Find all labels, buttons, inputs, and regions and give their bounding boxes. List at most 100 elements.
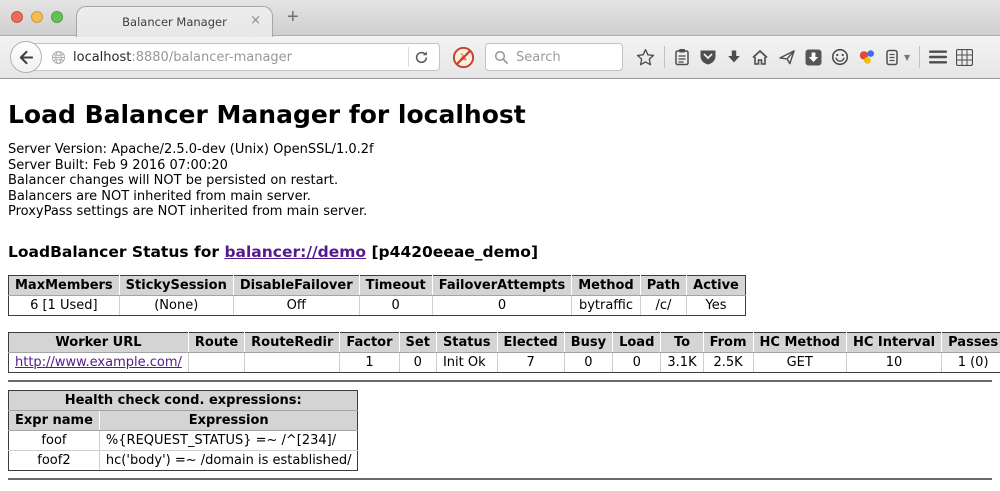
url-text[interactable]: localhost:8880/balancer-manager xyxy=(73,50,292,65)
column-header: Busy xyxy=(564,332,612,352)
column-header: To xyxy=(661,332,703,352)
balancers-note-line: Balancers are NOT inherited from main se… xyxy=(8,189,992,205)
balancer-table-header-row: MaxMembers StickySession DisableFailover… xyxy=(9,275,746,295)
worker-url-link[interactable]: http://www.example.com/ xyxy=(15,355,182,370)
health-table-row: foof2 hc('body') =~ /domain is establish… xyxy=(9,450,358,470)
health-table-title: Health check cond. expressions: xyxy=(9,390,358,410)
cell-busy: 0 xyxy=(564,352,612,372)
download-arrow-icon[interactable] xyxy=(726,49,742,65)
colored-dots-icon[interactable] xyxy=(858,48,876,66)
content-blocked-icon[interactable] xyxy=(452,46,475,69)
chevron-down-icon[interactable]: ▼ xyxy=(904,53,910,62)
cell-path: /c/ xyxy=(640,295,686,315)
column-header: Set xyxy=(399,332,436,352)
column-header: Status xyxy=(436,332,497,352)
tab-balancer-manager[interactable]: Balancer Manager × xyxy=(76,6,273,37)
toolbar-divider xyxy=(919,46,920,68)
cell-elected: 7 xyxy=(497,352,564,372)
tab-close-icon[interactable]: × xyxy=(250,14,261,27)
arrow-left-icon xyxy=(18,50,35,65)
window-controls xyxy=(11,11,63,23)
tab-bar: Balancer Manager × + xyxy=(0,0,1000,36)
heading-prefix: LoadBalancer Status for xyxy=(8,243,224,261)
cell-expr-name: foof2 xyxy=(9,450,100,470)
send-plane-icon[interactable] xyxy=(778,49,796,66)
column-header: From xyxy=(703,332,753,352)
cell-expression: hc('body') =~ /domain is established/ xyxy=(99,450,358,470)
tiles-grid-icon[interactable] xyxy=(956,49,973,66)
page-content: Load Balancer Manager for localhost Serv… xyxy=(0,100,1000,480)
box-download-icon[interactable] xyxy=(805,49,822,66)
column-header: Timeout xyxy=(359,275,432,295)
browser-chrome: Balancer Manager × + localhost:8880/bala… xyxy=(0,0,1000,79)
balancer-table: MaxMembers StickySession DisableFailover… xyxy=(8,275,746,316)
page-title: Load Balancer Manager for localhost xyxy=(8,100,992,129)
cell-failoverattempts: 0 xyxy=(432,295,572,315)
url-bar[interactable]: localhost:8880/balancer-manager xyxy=(26,43,440,71)
search-icon xyxy=(494,50,508,64)
column-header: Passes xyxy=(942,332,1000,352)
toolbar-divider xyxy=(664,46,665,68)
panel-list-icon[interactable] xyxy=(885,48,899,66)
worker-table-row: http://www.example.com/ 1 0 Init Ok 7 0 … xyxy=(9,352,1000,372)
server-built-line: Server Built: Feb 9 2016 07:00:20 xyxy=(8,158,992,174)
cell-status: Init Ok xyxy=(436,352,497,372)
smiley-icon[interactable] xyxy=(831,48,849,66)
navigation-toolbar: localhost:8880/balancer-manager xyxy=(0,36,1000,79)
window-minimize-button[interactable] xyxy=(31,11,43,23)
column-header: Path xyxy=(640,275,686,295)
column-header: Elected xyxy=(497,332,564,352)
balancer-demo-link[interactable]: balancer://demo xyxy=(224,243,366,261)
balancer-status-heading: LoadBalancer Status for balancer://demo … xyxy=(8,243,992,261)
reload-icon[interactable] xyxy=(409,50,434,65)
health-table-header-row: Expr name Expression xyxy=(9,410,358,430)
column-header: HC Method xyxy=(753,332,846,352)
cell-method: bytraffic xyxy=(572,295,640,315)
url-host: localhost xyxy=(73,50,131,65)
new-tab-button[interactable]: + xyxy=(281,4,305,31)
server-version-line: Server Version: Apache/2.5.0-dev (Unix) … xyxy=(8,142,992,158)
cell-factor: 1 xyxy=(340,352,399,372)
balancer-table-row: 6 [1 Used] (None) Off 0 0 bytraffic /c/ … xyxy=(9,295,746,315)
column-header: Factor xyxy=(340,332,399,352)
cell-maxmembers: 6 [1 Used] xyxy=(9,295,120,315)
column-header: Route xyxy=(188,332,244,352)
proxypass-note-line: ProxyPass settings are NOT inherited fro… xyxy=(8,204,992,220)
column-header: Method xyxy=(572,275,640,295)
column-header: DisableFailover xyxy=(233,275,359,295)
column-header: Active xyxy=(687,275,746,295)
column-header: Load xyxy=(613,332,661,352)
column-header: Expression xyxy=(99,410,358,430)
cell-disablefailover: Off xyxy=(233,295,359,315)
window-zoom-button[interactable] xyxy=(51,11,63,23)
health-table-row: foof %{REQUEST_STATUS} =~ /^[234]/ xyxy=(9,430,358,450)
worker-table-header-row: Worker URL Route RouteRedir Factor Set S… xyxy=(9,332,1000,352)
search-input[interactable] xyxy=(514,49,614,66)
persist-note-line: Balancer changes will NOT be persisted o… xyxy=(8,173,992,189)
cell-load: 0 xyxy=(613,352,661,372)
pocket-icon[interactable] xyxy=(699,48,717,66)
window-close-button[interactable] xyxy=(11,11,23,23)
cell-to: 3.1K xyxy=(661,352,703,372)
cell-passes: 1 (0) xyxy=(942,352,1000,372)
cell-stickysession: (None) xyxy=(119,295,233,315)
menu-icon[interactable] xyxy=(929,50,947,64)
cell-active: Yes xyxy=(687,295,746,315)
toolbar-icons: ▼ xyxy=(636,46,973,68)
column-header: HC Interval xyxy=(846,332,941,352)
server-info: Server Version: Apache/2.5.0-dev (Unix) … xyxy=(8,142,992,220)
home-icon[interactable] xyxy=(751,49,769,66)
column-header: MaxMembers xyxy=(9,275,120,295)
cell-route xyxy=(188,352,244,372)
cell-expr-name: foof xyxy=(9,430,100,450)
clipboard-icon[interactable] xyxy=(674,48,690,66)
heading-suffix: [p4420eeae_demo] xyxy=(366,243,538,261)
tab-title: Balancer Manager xyxy=(122,15,227,29)
bookmark-star-icon[interactable] xyxy=(636,48,655,67)
worker-table: Worker URL Route RouteRedir Factor Set S… xyxy=(8,332,1000,373)
cell-worker-url: http://www.example.com/ xyxy=(9,352,189,372)
bottom-divider xyxy=(8,478,992,480)
cell-from: 2.5K xyxy=(703,352,753,372)
search-bar[interactable] xyxy=(485,43,623,71)
back-button[interactable] xyxy=(10,41,42,73)
